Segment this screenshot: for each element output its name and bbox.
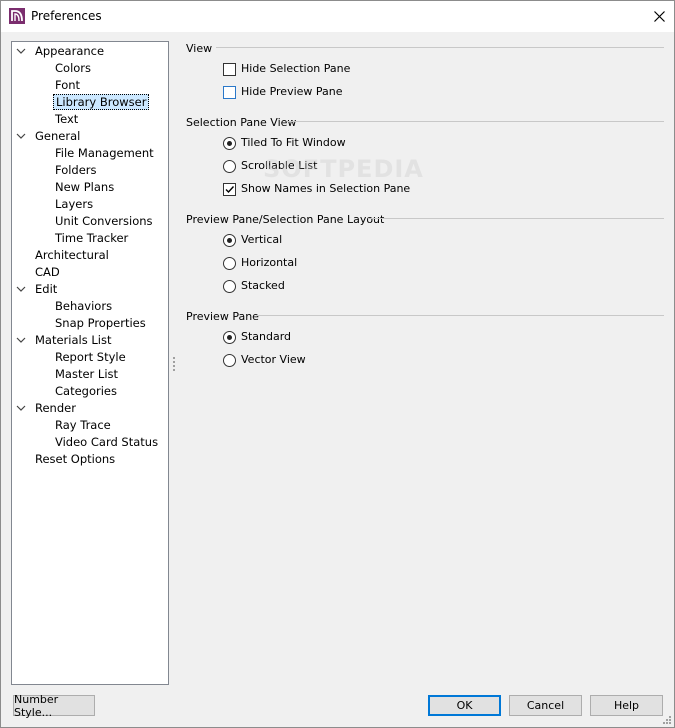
number-style-button[interactable]: Number Style... [13,693,95,719]
radio-button [223,280,236,293]
radio-label: Tiled To Fit Window [241,136,346,149]
tree-item-new-plans[interactable]: New Plans [12,179,168,196]
checkbox-box [223,63,236,76]
selection-pane-view-divider [287,121,664,122]
tree-item-label: Layers [55,197,94,211]
tree-item-ray-trace[interactable]: Ray Trace [12,417,168,434]
layout-group-label: Preview Pane/Selection Pane Layout [186,213,385,226]
radio-button [223,234,236,247]
checkbox-box [223,183,236,196]
tree-item-unit-conversions[interactable]: Unit Conversions [12,213,168,230]
tree-item-label: File Management [55,146,154,160]
tree-item-time-tracker[interactable]: Time Tracker [12,230,168,247]
radio-label: Scrollable List [241,159,318,172]
cancel-button[interactable]: Cancel [509,695,582,716]
tree-item-label: Library Browser [53,94,150,110]
tree-item-label: CAD [35,265,60,279]
tree-item-appearance[interactable]: Appearance [12,43,168,60]
tree-item-label: Font [55,78,81,92]
tree-item-reset-options[interactable]: Reset Options [12,451,168,468]
tree-item-label: Report Style [55,350,126,364]
tree-item-label: Reset Options [35,452,116,466]
radio-label: Horizontal [241,256,298,269]
tree-item-categories[interactable]: Categories [12,383,168,400]
resize-grip-icon[interactable] [660,713,672,725]
layout-group-divider [368,218,664,219]
title-bar[interactable]: Preferences [1,1,674,32]
chevron-down-icon[interactable] [16,335,26,345]
tree-item-file-management[interactable]: File Management [12,145,168,162]
tree-item-materials-list[interactable]: Materials List [12,332,168,349]
tree-item-label: Behaviors [55,299,113,313]
tree-item-snap-properties[interactable]: Snap Properties [12,315,168,332]
view-group-label: View [186,42,213,55]
tree-item-general[interactable]: General [12,128,168,145]
tree-item-label: Edit [35,282,58,296]
tree-item-label: Architectural [35,248,109,262]
help-button[interactable]: Help [590,695,663,716]
tree-item-edit[interactable]: Edit [12,281,168,298]
close-icon [653,10,665,22]
checkbox-label: Hide Selection Pane [241,62,351,75]
tree-item-label: Ray Trace [55,418,111,432]
category-tree[interactable]: Appearance Colors Font Library Browser Text G… [11,41,169,685]
preview-pane-divider [257,315,664,316]
tree-item-label: Folders [55,163,97,177]
tree-item-text[interactable]: Text [12,111,168,128]
tree-item-label: Categories [55,384,117,398]
tree-item-label: Master List [55,367,119,381]
checkmark-icon [225,186,235,194]
close-button[interactable] [644,1,674,31]
preview-pane-group-label: Preview Pane [186,310,259,323]
tree-item-layers[interactable]: Layers [12,196,168,213]
radio-button [223,137,236,150]
radio-button [223,354,236,367]
splitter-handle[interactable] [173,357,175,371]
checkbox-label: Hide Preview Pane [241,85,343,98]
tree-item-label: General [35,129,81,143]
app-logo-icon [9,8,25,24]
checkbox-box [223,86,236,99]
tree-item-report-style[interactable]: Report Style [12,349,168,366]
preferences-window: Preferences Appearance Colors Font Library … [0,0,675,728]
tree-item-cad[interactable]: CAD [12,264,168,281]
radio-label: Standard [241,330,292,343]
tree-item-architectural[interactable]: Architectural [12,247,168,264]
tree-item-label: Unit Conversions [55,214,153,228]
chevron-down-icon[interactable] [16,403,26,413]
tree-item-label: New Plans [55,180,115,194]
window-title: Preferences [31,9,102,23]
tree-item-font[interactable]: Font [12,77,168,94]
view-group-divider [216,47,664,48]
radio-button [223,257,236,270]
tree-item-behaviors[interactable]: Behaviors [12,298,168,315]
tree-item-label: Video Card Status [55,435,159,449]
tree-item-label: Colors [55,61,92,75]
tree-item-master-list[interactable]: Master List [12,366,168,383]
radio-button [223,160,236,173]
chevron-down-icon[interactable] [16,46,26,56]
tree-item-label: Text [55,112,79,126]
tree-item-colors[interactable]: Colors [12,60,168,77]
radio-label: Vector View [241,353,306,366]
tree-item-render[interactable]: Render [12,400,168,417]
radio-label: Vertical [241,233,283,246]
selection-pane-view-group-label: Selection Pane View [186,116,297,129]
radio-label: Stacked [241,279,285,292]
checkbox-label: Show Names in Selection Pane [241,182,411,195]
tree-item-label: Snap Properties [55,316,146,330]
tree-item-label: Materials List [35,333,112,347]
chevron-down-icon[interactable] [16,131,26,141]
tree-item-library-browser[interactable]: Library Browser [12,94,168,111]
tree-item-label: Time Tracker [55,231,129,245]
tree-item-label: Appearance [35,44,105,58]
ok-button[interactable]: OK [428,695,501,716]
tree-item-video-card-status[interactable]: Video Card Status [12,434,168,451]
tree-item-label: Render [35,401,76,415]
chevron-down-icon[interactable] [16,284,26,294]
radio-button [223,331,236,344]
tree-item-folders[interactable]: Folders [12,162,168,179]
